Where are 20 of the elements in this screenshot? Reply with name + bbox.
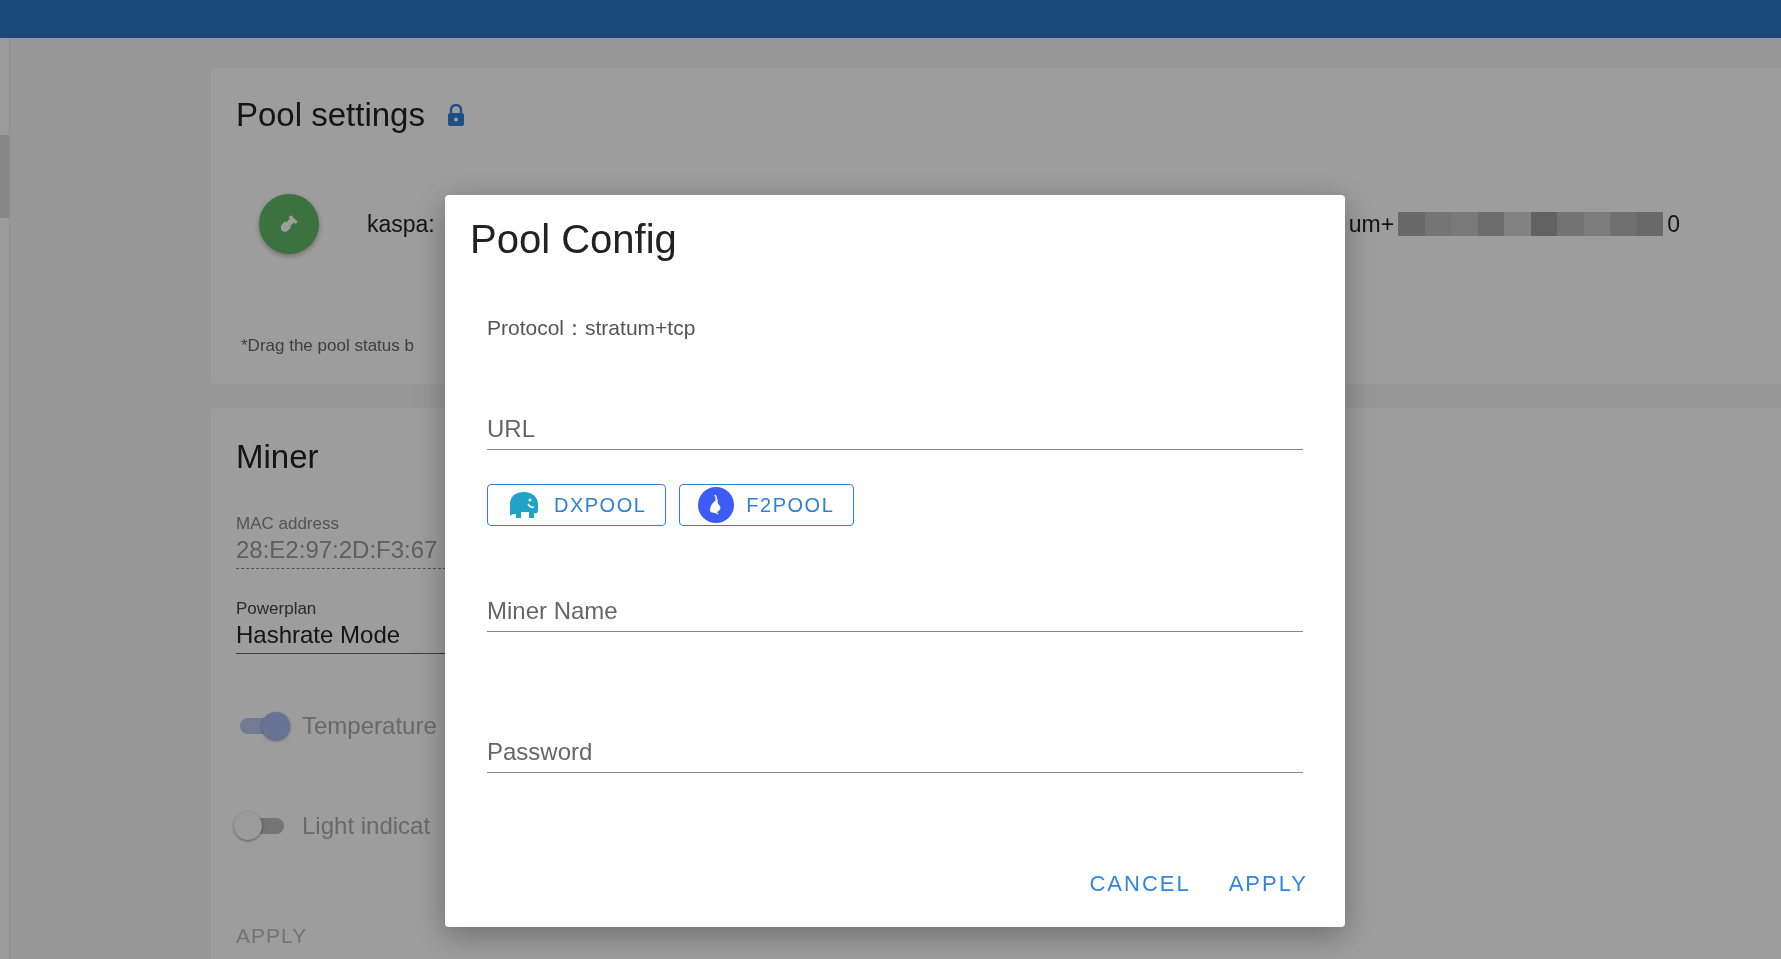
pool-url-start: um+ xyxy=(1348,210,1395,238)
worker-name: kaspa: xyxy=(367,210,435,238)
dialog-action-button[interactable]: CANCEL xyxy=(1077,863,1203,905)
drag-hint: *Drag the pool status b xyxy=(241,336,415,356)
section-title: Miner xyxy=(236,438,319,476)
fish-icon xyxy=(698,487,735,523)
mac-address-value: 28:E2:97:2D:F3:67 xyxy=(236,536,439,564)
section-title: Pool settings xyxy=(236,96,425,134)
pool-url-end: 0 xyxy=(1667,210,1680,238)
lock-icon[interactable] xyxy=(446,104,465,126)
pool-preset-button[interactable]: DXPOOL xyxy=(487,484,667,526)
text-field[interactable]: Miner Name xyxy=(487,591,1303,632)
text-field[interactable]: Password xyxy=(487,732,1303,773)
dialog-title: Pool Config xyxy=(470,217,678,262)
dialog-action-button[interactable]: APPLY xyxy=(1216,863,1320,905)
protocol-text: Protocol：stratum+tcp xyxy=(487,315,697,341)
pool-preset-button[interactable]: F2POOL xyxy=(679,484,855,526)
pool-status-button[interactable] xyxy=(259,194,319,254)
field-label: MAC address xyxy=(236,514,340,534)
url-field[interactable]: URL xyxy=(487,409,1303,450)
